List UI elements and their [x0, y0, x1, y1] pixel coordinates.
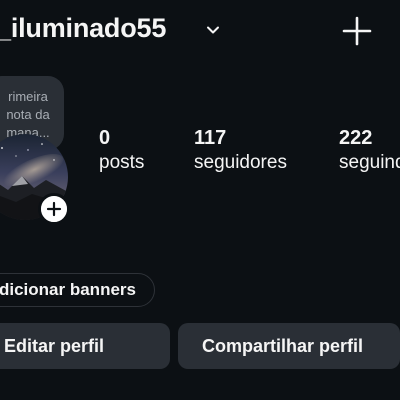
stat-following[interactable]: 222 seguindo	[339, 126, 400, 176]
followers-label: seguidores	[194, 152, 287, 173]
add-banners-label: dicionar banners	[0, 280, 136, 299]
add-banners-button[interactable]: dicionar banners	[0, 273, 155, 307]
edit-profile-label: Editar perfil	[4, 336, 105, 356]
profile-screen: _iluminado55 rimeira nota da mana... 0 p…	[0, 0, 400, 400]
posts-label: posts	[99, 152, 145, 173]
following-label: seguindo	[339, 152, 400, 173]
followers-count: 117	[194, 127, 227, 149]
username-title[interactable]: _iluminado55	[0, 13, 166, 44]
stat-posts[interactable]: 0 posts	[99, 126, 144, 176]
note-line: rimeira	[8, 89, 48, 104]
share-profile-label: Compartilhar perfil	[202, 336, 364, 356]
note-line: nota da	[6, 107, 50, 122]
posts-count: 0	[99, 127, 111, 149]
add-story-icon[interactable]	[38, 193, 70, 225]
edit-profile-button[interactable]: Editar perfil	[0, 323, 170, 369]
plus-icon[interactable]	[340, 14, 374, 48]
share-profile-button[interactable]: Compartilhar perfil	[178, 323, 400, 369]
chevron-down-icon[interactable]	[205, 22, 221, 38]
following-count: 222	[339, 127, 373, 149]
stat-followers[interactable]: 117 seguidores	[194, 126, 287, 176]
